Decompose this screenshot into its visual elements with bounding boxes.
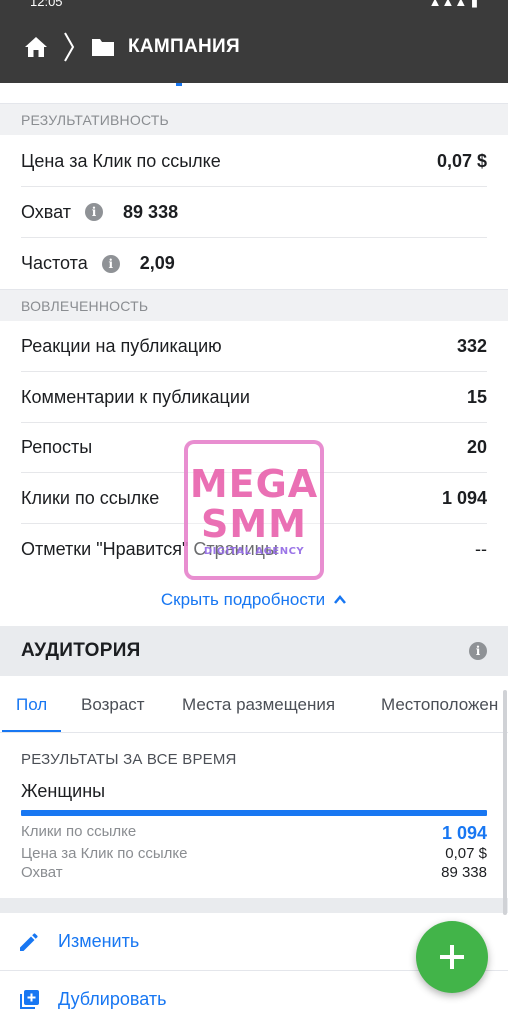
metric-row-comments: Комментарии к публикации 15 [21,372,487,423]
status-time: 12:05 [30,0,63,9]
metric-value: -- [475,539,487,559]
stat-value: 1 094 [441,823,487,843]
stat-value: 0,07 $ [445,845,487,862]
metric-row-reach: Охват i 89 338 [21,187,487,238]
status-icons: ▲▲▲ ▮ [428,0,478,9]
add-button[interactable] [416,921,488,993]
metric-label: Цена за Клик по ссылке [21,150,221,171]
chevron-right-icon [60,32,78,62]
hide-details-label: Скрыть подробности [160,590,326,609]
stat-label: Цена за Клик по ссылке [21,845,188,862]
metric-value: 15 [466,386,487,407]
stat-row-reach: Охват 89 338 [21,864,487,881]
plus-icon [440,945,464,969]
edit-label: Изменить [58,931,140,951]
gender-label: Женщины [21,781,106,801]
home-icon[interactable] [24,35,48,59]
metric-value: 1 094 [441,487,487,508]
metric-value: 2,09 [139,253,175,273]
section-engagement-header: ВОВЛЕЧЕННОСТЬ [0,289,508,321]
watermark-line3: DIGITAL AGENCY [203,545,305,557]
stat-label: Клики по ссылке [21,823,137,840]
tab-gender[interactable]: Пол [1,676,62,732]
stat-row-cpc: Цена за Клик по ссылке 0,07 $ [21,845,487,862]
results-caption: РЕЗУЛЬТАТЫ ЗА ВСЕ ВРЕМЯ [21,751,237,768]
link-fragment [176,83,182,86]
tab-age[interactable]: Возраст [81,676,145,732]
watermark-line2: SMM [201,501,307,546]
duplicate-icon [16,987,42,1013]
info-icon[interactable]: i [101,254,120,273]
hide-details-link[interactable]: Скрыть подробности [0,578,508,622]
scrollbar[interactable] [503,690,507,915]
pencil-icon [16,929,42,955]
stat-row-link-clicks: Клики по ссылке 1 094 [21,823,487,844]
audience-header: АУДИТОРИЯ i [0,626,508,676]
folder-icon[interactable] [90,35,116,59]
metric-label: Комментарии к публикации [21,386,250,407]
chevron-up-icon [333,593,347,607]
page-title: КАМПАНИЯ [128,35,240,57]
audience-tabs: Пол Возраст Места размещения Местоположе… [0,676,508,733]
metric-value: 332 [456,335,487,356]
metric-label: Репосты [21,436,93,457]
status-bar: 12:05 ▲▲▲ ▮ [0,0,508,10]
tab-placements[interactable]: Места размещения [182,676,335,732]
watermark-line1: MEGA [189,461,319,506]
metric-label: Реакции на публикацию [21,335,222,356]
scroll-edge [0,83,508,103]
stat-value: 89 338 [441,864,487,881]
metric-label: Охват [21,201,72,222]
metric-row-reactions: Реакции на публикацию 332 [21,321,487,372]
info-icon[interactable]: i [85,203,104,221]
tab-location[interactable]: Местоположен [381,676,498,732]
duplicate-label: Дублировать [58,989,167,1009]
metric-row-frequency: Частота i 2,09 [21,238,487,289]
metric-value: 0,07 $ [436,150,487,171]
metric-label: Клики по ссылке [21,487,160,508]
gender-share-bar [21,810,487,816]
metric-value: 20 [466,436,487,457]
metric-row-cpc: Цена за Клик по ссылке 0,07 $ [21,136,487,187]
info-icon[interactable]: i [469,642,487,660]
watermark-logo: MEGA SMM DIGITAL AGENCY [184,440,324,580]
top-header: КАМПАНИЯ [0,10,508,83]
section-performance-header: РЕЗУЛЬТАТИВНОСТЬ [0,103,508,135]
metric-label: Частота [21,253,88,273]
metric-value: 89 338 [123,201,179,222]
audience-results: РЕЗУЛЬТАТЫ ЗА ВСЕ ВРЕМЯ Женщины Клики по… [0,733,508,898]
audience-title: АУДИТОРИЯ [21,640,141,661]
section-gap [0,898,508,913]
stat-label: Охват [21,864,63,881]
